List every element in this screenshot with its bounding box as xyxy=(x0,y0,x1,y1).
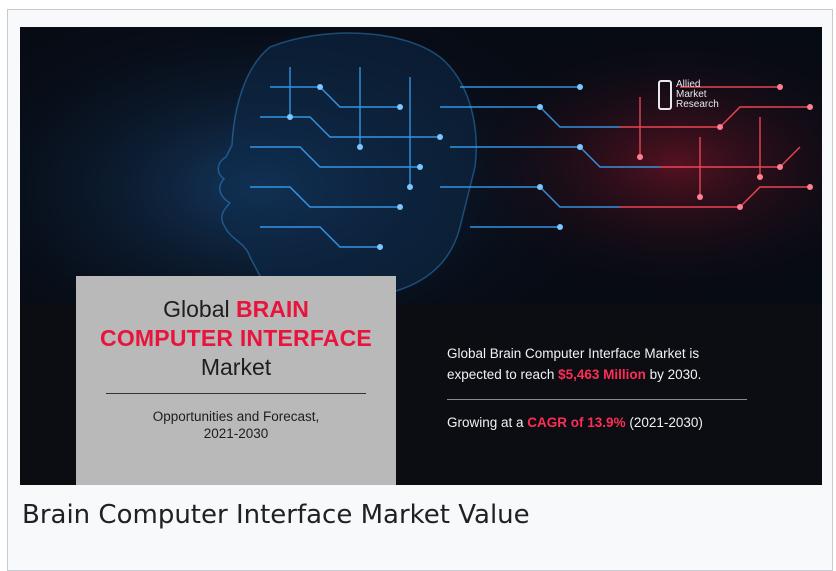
stats-divider xyxy=(447,399,747,400)
growth-prefix: Growing at a xyxy=(447,415,528,430)
stats-line-1: Global Brain Computer Interface Market i… xyxy=(447,346,700,361)
stats-suffix: by 2030. xyxy=(645,367,702,382)
logo-text-line-3: Research xyxy=(676,99,719,110)
title-prefix: Global xyxy=(163,296,237,322)
title-highlight: BRAIN xyxy=(236,296,309,322)
cagr-value: CAGR of 13.9% xyxy=(527,415,626,430)
title-line-1: Global BRAIN xyxy=(76,296,396,323)
growth-line: Growing at a CAGR of 13.9% (2021-2030) xyxy=(447,412,807,433)
title-subtitle: Opportunities and Forecast, 2021-2030 xyxy=(76,408,396,442)
report-title-box: Global BRAIN COMPUTER INTERFACE Market O… xyxy=(76,276,396,485)
allied-market-research-logo: Allied Market Research xyxy=(658,80,728,120)
subtitle-line-1: Opportunities and Forecast, xyxy=(152,409,320,424)
title-line-2: COMPUTER INTERFACE xyxy=(100,325,372,351)
market-banner-image[interactable]: Allied Market Research Global BRAIN COMP… xyxy=(20,27,822,485)
growth-suffix: (2021-2030) xyxy=(625,415,703,430)
stats-line-2: expected to reach $5,463 Million by 2030… xyxy=(447,364,807,385)
logo-mark-icon xyxy=(658,80,672,110)
title-line-3: Market xyxy=(200,354,272,380)
subtitle-line-2: 2021-2030 xyxy=(203,426,269,441)
market-stats: Global Brain Computer Interface Market i… xyxy=(447,343,807,433)
stats-prefix: expected to reach xyxy=(447,367,559,382)
figure-caption: Brain Computer Interface Market Value xyxy=(22,500,530,530)
title-divider xyxy=(106,393,366,394)
market-value: $5,463 Million xyxy=(558,367,646,382)
